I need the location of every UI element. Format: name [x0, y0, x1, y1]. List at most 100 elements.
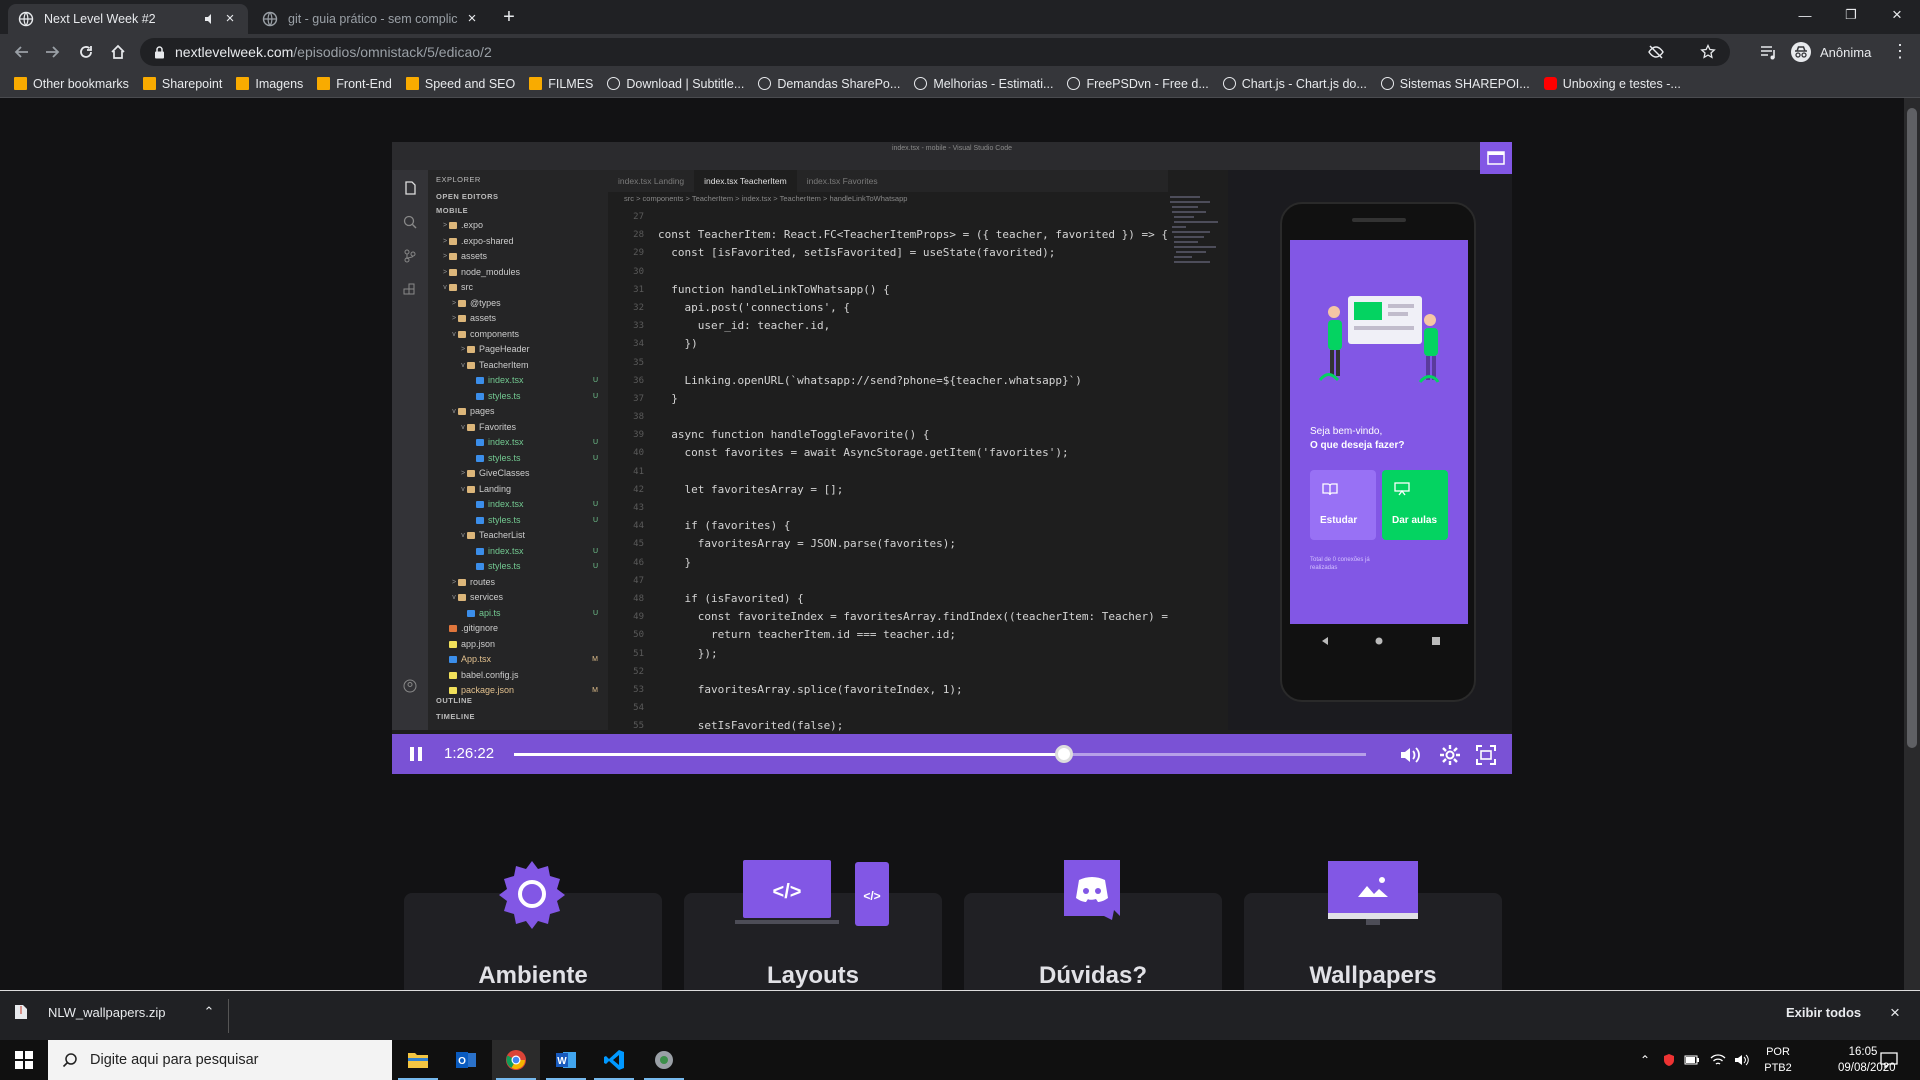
- file-tree-item[interactable]: index.tsx U: [428, 373, 608, 389]
- incognito-profile-button[interactable]: Anônima: [1790, 40, 1871, 64]
- chevron-up-icon[interactable]: ⌃: [204, 1004, 215, 1020]
- study-button[interactable]: Estudar: [1310, 470, 1376, 540]
- file-tree-item[interactable]: > routes: [428, 575, 608, 591]
- file-tree-item[interactable]: v TeacherItem: [428, 358, 608, 374]
- taskbar-app[interactable]: [640, 1040, 688, 1080]
- file-tree-item[interactable]: > assets: [428, 311, 608, 327]
- file-tree-item[interactable]: > PageHeader: [428, 342, 608, 358]
- start-button[interactable]: [0, 1040, 48, 1080]
- scrollbar-thumb[interactable]: [1907, 108, 1917, 748]
- file-tree-item[interactable]: v Favorites: [428, 420, 608, 436]
- file-tree-item[interactable]: > .expo: [428, 218, 608, 234]
- file-tree-item[interactable]: api.ts U: [428, 606, 608, 622]
- file-tree-item[interactable]: > GiveClasses: [428, 466, 608, 482]
- media-control-icon[interactable]: [1760, 44, 1778, 60]
- taskbar-file-explorer[interactable]: [394, 1040, 442, 1080]
- file-tree-item[interactable]: app.json: [428, 637, 608, 653]
- file-tree-item[interactable]: > node_modules: [428, 265, 608, 281]
- close-tab-icon[interactable]: ×: [464, 11, 480, 27]
- notification-icon[interactable]: [1880, 1052, 1898, 1068]
- outline-header[interactable]: OUTLINE: [428, 694, 472, 708]
- project-header[interactable]: MOBILE: [428, 204, 608, 218]
- open-editors-header[interactable]: OPEN EDITORS: [428, 190, 608, 204]
- volume-icon[interactable]: [1734, 1053, 1750, 1067]
- bookmark-item[interactable]: Download | Subtitle...: [607, 77, 744, 91]
- wifi-icon[interactable]: [1710, 1053, 1726, 1067]
- close-tab-icon[interactable]: ×: [222, 11, 238, 27]
- teach-button[interactable]: Dar aulas: [1382, 470, 1448, 540]
- progress-knob[interactable]: [1054, 745, 1073, 763]
- back-button[interactable]: [10, 40, 34, 64]
- editor-tab[interactable]: index.tsx Favorites: [797, 170, 888, 192]
- bookmark-item[interactable]: FILMES: [529, 77, 593, 91]
- file-tree-item[interactable]: App.tsx M: [428, 652, 608, 668]
- android-emulator[interactable]: Seja bem-vindo, O que deseja fazer? Estu…: [1280, 202, 1476, 702]
- star-icon[interactable]: [1700, 44, 1716, 60]
- file-tree-item[interactable]: v Landing: [428, 482, 608, 498]
- file-tree-item[interactable]: styles.ts U: [428, 451, 608, 467]
- file-tree-item[interactable]: v src: [428, 280, 608, 296]
- bookmark-item[interactable]: Front-End: [317, 77, 392, 91]
- address-bar[interactable]: nextlevelweek.com/episodios/omnistack/5/…: [140, 38, 1730, 66]
- menu-button[interactable]: ⋮: [1890, 42, 1910, 62]
- speaker-icon[interactable]: [204, 13, 216, 25]
- language-indicator[interactable]: POR PTB2: [1758, 1044, 1798, 1076]
- bookmark-item[interactable]: FreePSDvn - Free d...: [1067, 77, 1209, 91]
- settings-gear-icon[interactable]: [1438, 743, 1462, 767]
- close-window-button[interactable]: ×: [1874, 0, 1920, 30]
- show-all-downloads-button[interactable]: Exibir todos: [1786, 1005, 1861, 1020]
- file-tree-item[interactable]: index.tsx U: [428, 544, 608, 560]
- download-item[interactable]: NLW_wallpapers.zip ⌃: [14, 1004, 214, 1020]
- bookmark-item[interactable]: Chart.js - Chart.js do...: [1222, 77, 1367, 91]
- timeline-header[interactable]: TIMELINE: [428, 710, 475, 724]
- bookmark-item[interactable]: Speed and SEO: [405, 77, 515, 91]
- file-tree-item[interactable]: babel.config.js: [428, 668, 608, 684]
- file-tree-item[interactable]: styles.ts U: [428, 389, 608, 405]
- video-player[interactable]: index.tsx - mobile - Visual Studio Code …: [392, 142, 1512, 774]
- new-tab-button[interactable]: +: [498, 6, 520, 28]
- battery-icon[interactable]: [1684, 1054, 1700, 1066]
- bookmark-item[interactable]: Unboxing e testes -...: [1543, 77, 1681, 91]
- progress-track[interactable]: [514, 745, 1366, 763]
- taskbar-chrome[interactable]: [492, 1040, 540, 1080]
- bookmark-item[interactable]: Sistemas SHAREPOI...: [1380, 77, 1530, 91]
- home-button[interactable]: [106, 40, 130, 64]
- fullscreen-icon[interactable]: [1474, 743, 1498, 767]
- editor-tab[interactable]: index.tsx Landing: [608, 170, 694, 192]
- eye-off-icon[interactable]: [1648, 44, 1664, 60]
- phone-screen[interactable]: Seja bem-vindo, O que deseja fazer? Estu…: [1290, 240, 1468, 624]
- page-scrollbar[interactable]: [1904, 98, 1920, 990]
- forward-button[interactable]: [40, 40, 64, 64]
- taskbar-vscode[interactable]: [590, 1040, 638, 1080]
- taskbar-search[interactable]: Digite aqui para pesquisar: [48, 1040, 392, 1080]
- file-tree-item[interactable]: index.tsx U: [428, 497, 608, 513]
- bookmark-item[interactable]: Sharepoint: [142, 77, 222, 91]
- close-download-bar-icon[interactable]: ×: [1890, 1003, 1900, 1023]
- tray-chevron-icon[interactable]: ⌃: [1640, 1053, 1650, 1067]
- bookmark-item[interactable]: Other bookmarks: [14, 77, 129, 91]
- file-tree-item[interactable]: styles.ts U: [428, 559, 608, 575]
- file-tree-item[interactable]: v pages: [428, 404, 608, 420]
- file-tree-item[interactable]: v services: [428, 590, 608, 606]
- volume-icon[interactable]: [1398, 743, 1422, 767]
- bookmark-item[interactable]: Melhorias - Estimati...: [914, 77, 1053, 91]
- picture-in-picture-badge[interactable]: [1480, 142, 1512, 174]
- minimize-button[interactable]: —: [1782, 0, 1828, 30]
- file-tree-item[interactable]: > .expo-shared: [428, 234, 608, 250]
- file-tree-item[interactable]: index.tsx U: [428, 435, 608, 451]
- security-icon[interactable]: [1662, 1053, 1676, 1067]
- file-tree-item[interactable]: > assets: [428, 249, 608, 265]
- taskbar-word[interactable]: W: [542, 1040, 590, 1080]
- bookmark-item[interactable]: Demandas SharePo...: [758, 77, 900, 91]
- bookmark-item[interactable]: Imagens: [236, 77, 303, 91]
- editor-tab[interactable]: index.tsx TeacherItem: [694, 170, 797, 192]
- file-tree-item[interactable]: > @types: [428, 296, 608, 312]
- file-tree-item[interactable]: v components: [428, 327, 608, 343]
- file-tree-item[interactable]: .gitignore: [428, 621, 608, 637]
- restore-button[interactable]: ❐: [1828, 0, 1874, 30]
- file-tree-item[interactable]: v TeacherList: [428, 528, 608, 544]
- taskbar-outlook[interactable]: O: [442, 1040, 490, 1080]
- browser-tab-active[interactable]: Next Level Week #2 ×: [8, 4, 248, 34]
- file-tree-item[interactable]: styles.ts U: [428, 513, 608, 529]
- reload-button[interactable]: [74, 40, 98, 64]
